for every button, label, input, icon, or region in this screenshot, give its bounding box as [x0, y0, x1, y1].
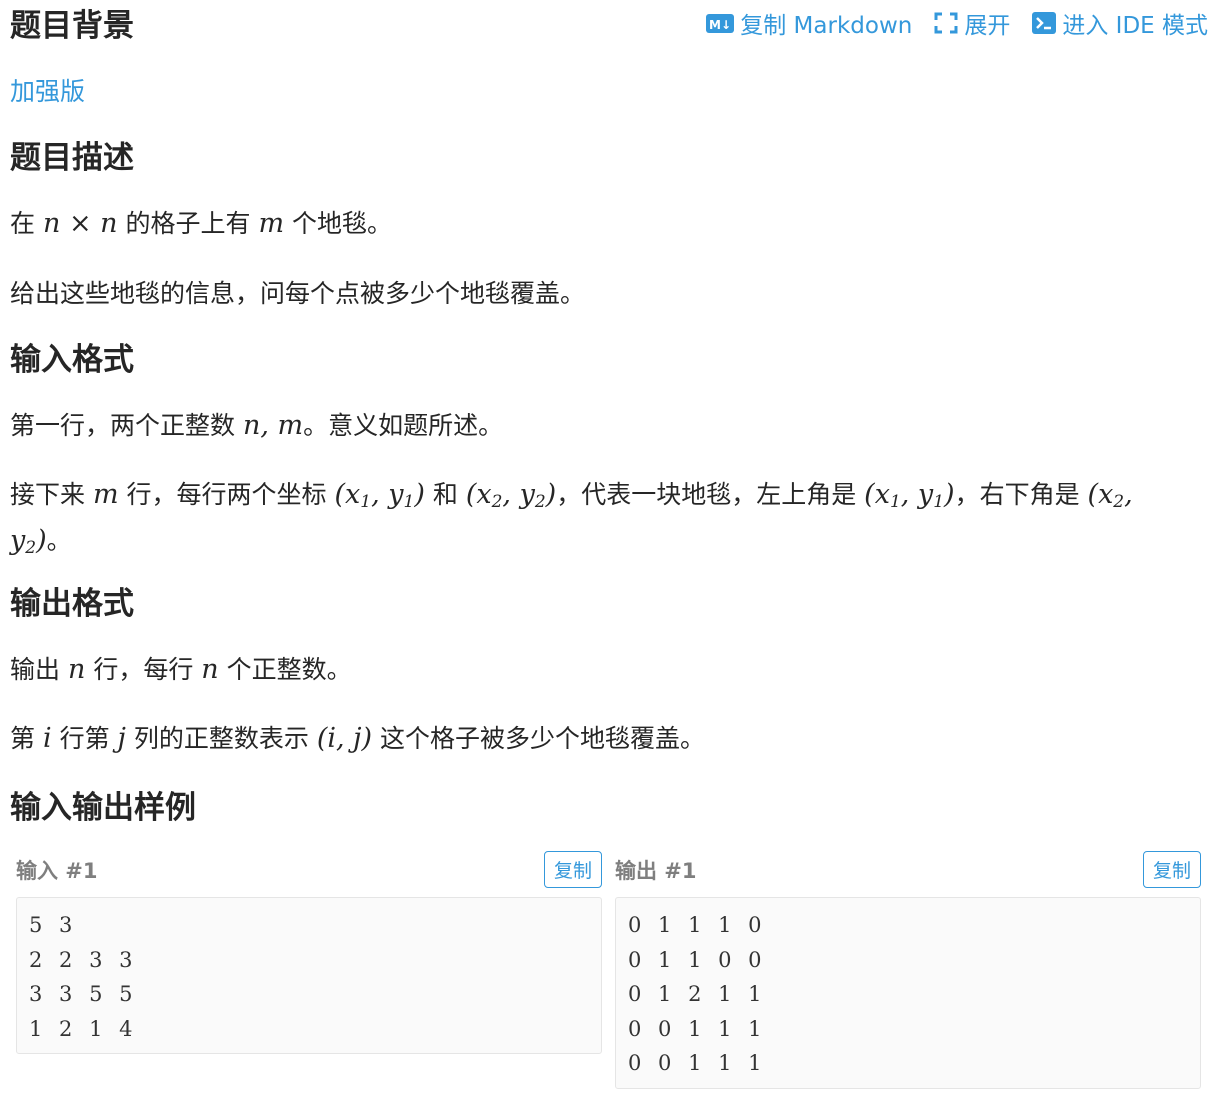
sample-output-line: 0 1 1 1 0 — [628, 913, 767, 937]
enter-ide-label: 进入 IDE 模式 — [1062, 13, 1208, 39]
copy-input-button[interactable]: 复制 — [543, 851, 602, 888]
math-x1-y1: (x1, y1) — [864, 479, 955, 512]
text: 的格子上有 — [125, 209, 251, 238]
input-format-heading: 输入格式 — [10, 342, 134, 378]
samples-heading: 输入输出样例 — [10, 790, 196, 826]
text: 第 — [10, 724, 36, 753]
text: ，右下角是 — [954, 480, 1080, 509]
output-format-paragraph-1: 输出 n 行，每行 n 个正整数。 — [10, 648, 352, 692]
enhanced-version-link[interactable]: 加强版 — [10, 77, 85, 106]
copy-markdown-button[interactable]: M↓ 复制 Markdown — [706, 6, 912, 40]
text: 接下来 — [10, 480, 86, 509]
background-heading: 题目背景 — [10, 8, 134, 44]
math-j: j — [117, 723, 126, 754]
output-format-heading: 输出格式 — [10, 586, 134, 622]
output-format-paragraph-2: 第 i 行第 j 列的正整数表示 (i, j) 这个格子被多少个地毯覆盖。 — [10, 717, 705, 761]
description-paragraph-1: 在 n × n 的格子上有 m 个地毯。 — [10, 202, 392, 246]
sample-input-line: 2 2 3 3 — [29, 947, 138, 972]
math-n: n — [67, 654, 86, 685]
sample-input-label: 输入 #1 — [16, 858, 98, 883]
text: 个地毯。 — [292, 209, 393, 238]
text: 在 — [10, 209, 36, 238]
sample-output-line: 0 1 2 1 1 — [628, 982, 767, 1006]
text: 行，每行 — [93, 655, 194, 684]
sample-output-line: 0 0 1 1 1 — [628, 1051, 767, 1075]
expand-button[interactable]: 展开 — [934, 6, 1010, 40]
math-n: n — [201, 654, 219, 685]
text: 行第 — [59, 724, 110, 753]
description-heading: 题目描述 — [10, 140, 134, 176]
enter-ide-button[interactable]: 进入 IDE 模式 — [1032, 6, 1208, 40]
text: 。意义如题所述。 — [303, 411, 504, 440]
sample-output-line: 0 0 1 1 1 — [628, 1016, 767, 1041]
math-n-times-n: n × n — [42, 208, 118, 239]
input-format-paragraph-1: 第一行，两个正整数 n, m。意义如题所述。 — [10, 404, 503, 448]
background-paragraph: 加强版 — [10, 70, 85, 114]
sample-input-header: 输入 #1 复制 — [16, 851, 602, 888]
sample-input-line: 1 2 1 4 — [29, 1016, 138, 1041]
math-m: m — [92, 479, 119, 510]
text: 这个格子被多少个地毯覆盖。 — [380, 724, 706, 753]
text: 输出 — [10, 655, 61, 684]
math-n-m: n, m — [242, 410, 304, 441]
copy-output-button[interactable]: 复制 — [1142, 851, 1201, 888]
input-format-paragraph-2: 接下来 m 行，每行两个坐标 (x1, y1) 和 (x2, y2)，代表一块地… — [10, 472, 1190, 564]
svg-text:M↓: M↓ — [709, 18, 731, 32]
math-i: i — [42, 723, 52, 754]
math-i-j: (i, j) — [316, 723, 373, 754]
problem-toolbar: M↓ 复制 Markdown 展开 进入 IDE 模式 — [706, 6, 1208, 40]
sample-output-line: 0 1 1 0 0 — [628, 947, 767, 972]
math-x1-y1: (x1, y1) — [334, 479, 425, 512]
expand-label: 展开 — [964, 13, 1011, 39]
text: ，代表一块地毯，左上角是 — [556, 480, 857, 509]
text: 和 — [432, 480, 458, 509]
description-paragraph-2: 给出这些地毯的信息，问每个点被多少个地毯覆盖。 — [10, 279, 586, 308]
math-x2-y2: (x2, y2) — [465, 479, 557, 512]
sample-output-header: 输出 #1 复制 — [615, 851, 1201, 888]
expand-icon — [934, 12, 958, 34]
text: 列的正整数表示 — [133, 724, 309, 753]
terminal-icon — [1032, 12, 1057, 34]
sample-input-line: 3 3 5 5 — [29, 982, 138, 1006]
text: 个正整数。 — [226, 655, 352, 684]
text: 。 — [46, 526, 72, 555]
text: 第一行，两个正整数 — [10, 411, 236, 440]
sample-input-box[interactable]: 5 3 2 2 3 3 3 3 5 5 1 2 1 4 — [16, 897, 602, 1054]
sample-output-label: 输出 #1 — [615, 858, 697, 883]
sample-input-line: 5 3 — [29, 913, 78, 937]
sample-output-box[interactable]: 0 1 1 1 0 0 1 1 0 0 0 1 2 1 1 0 0 1 1 1 … — [615, 897, 1201, 1089]
copy-markdown-label: 复制 Markdown — [740, 13, 913, 39]
math-m: m — [258, 208, 285, 239]
text: 行，每行两个坐标 — [126, 480, 327, 509]
markdown-icon: M↓ — [706, 13, 735, 33]
